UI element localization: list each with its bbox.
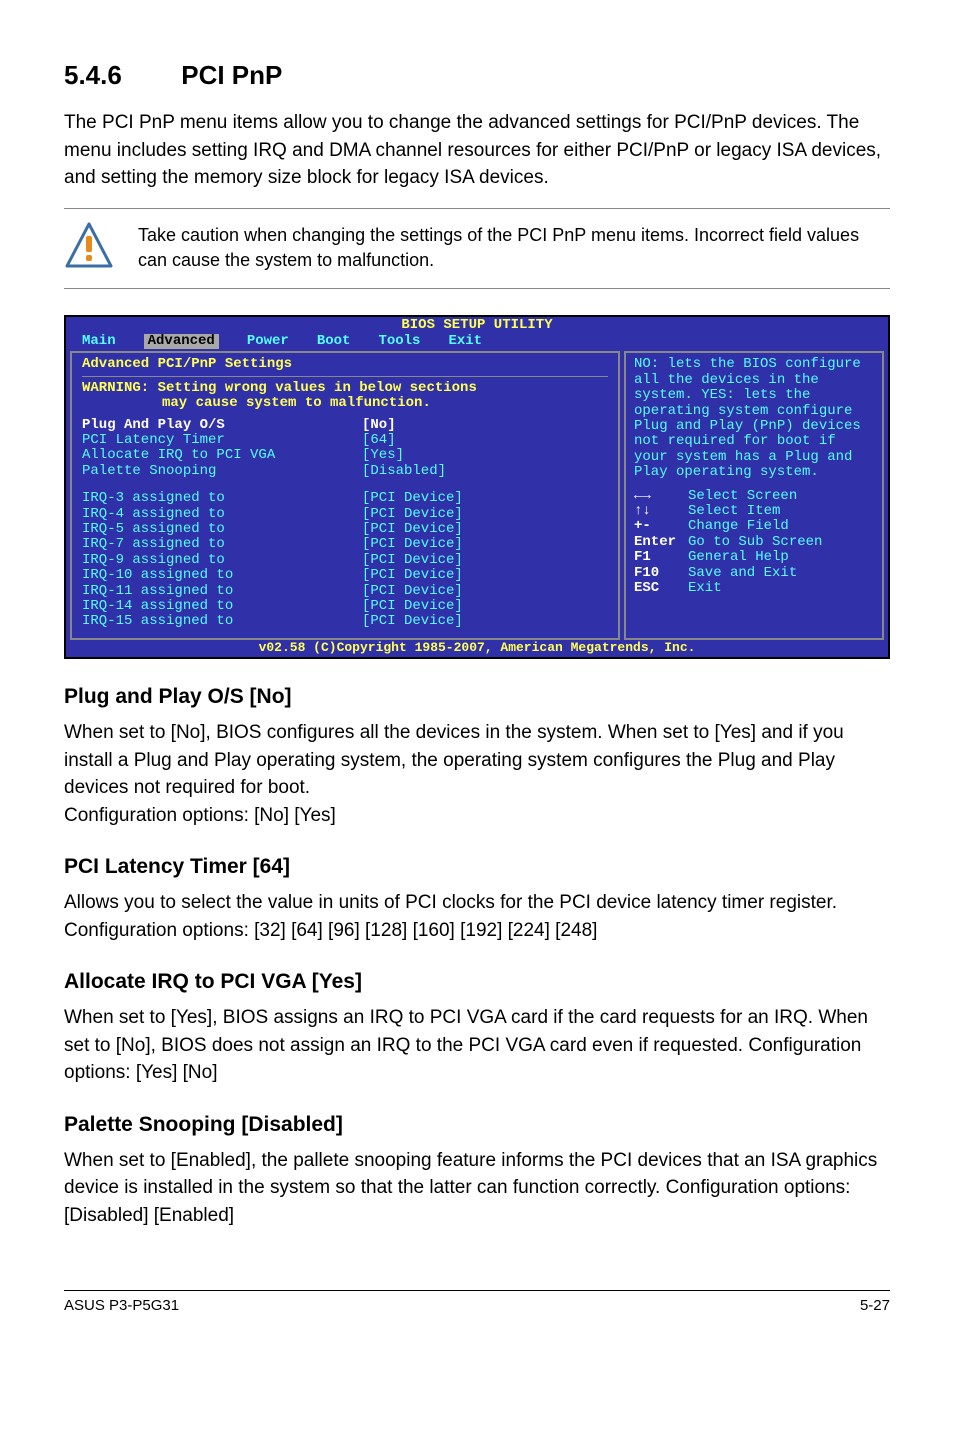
bios-title: BIOS SETUP UTILITY	[66, 317, 888, 334]
subheading-allocate-irq: Allocate IRQ to PCI VGA [Yes]	[64, 970, 890, 994]
bios-copyright: v02.58 (C)Copyright 1985-2007, American …	[66, 640, 888, 655]
intro-paragraph: The PCI PnP menu items allow you to chan…	[64, 109, 890, 192]
footer-page-number: 5-27	[860, 1297, 890, 1314]
nav-label: Exit	[688, 580, 722, 596]
bios-item-value: [PCI Device]	[362, 491, 608, 506]
bios-item-label: IRQ-15 assigned to	[82, 614, 362, 629]
nav-label: Go to Sub Screen	[688, 534, 822, 550]
bios-item-label: IRQ-11 assigned to	[82, 584, 362, 599]
bios-item-label: IRQ-7 assigned to	[82, 537, 362, 552]
bios-warning-line2: may cause system to malfunction.	[82, 396, 608, 411]
bios-item-label: IRQ-10 assigned to	[82, 568, 362, 583]
bios-item-value: [No]	[362, 418, 608, 433]
nav-label: Save and Exit	[688, 565, 797, 581]
bios-item[interactable]: IRQ-7 assigned to [PCI Device]	[82, 537, 608, 552]
bios-item-value: [Yes]	[362, 448, 608, 463]
bios-screenshot: BIOS SETUP UTILITY Main Advanced Power B…	[64, 315, 890, 659]
nav-key: ←→	[634, 489, 688, 504]
section-title: PCI PnP	[181, 60, 282, 90]
bios-item-value: [PCI Device]	[362, 568, 608, 583]
bios-menu-main[interactable]: Main	[82, 334, 116, 349]
bios-item-value: [64]	[362, 433, 608, 448]
body-plug-and-play: When set to [No], BIOS configures all th…	[64, 719, 890, 829]
bios-item-value: [PCI Device]	[362, 537, 608, 552]
bios-item[interactable]: IRQ-15 assigned to [PCI Device]	[82, 614, 608, 629]
subheading-palette-snooping: Palette Snooping [Disabled]	[64, 1113, 890, 1137]
bios-item-value: [PCI Device]	[362, 553, 608, 568]
bios-item-value: [Disabled]	[362, 464, 608, 479]
bios-item-label: Plug And Play O/S	[82, 418, 362, 433]
bios-menu-boot[interactable]: Boot	[317, 334, 351, 349]
bios-panel-title: Advanced PCI/PnP Settings	[82, 357, 608, 372]
bios-item-value: [PCI Device]	[362, 584, 608, 599]
bios-item-value: [PCI Device]	[362, 614, 608, 629]
bios-menu-tools[interactable]: Tools	[378, 334, 420, 349]
bios-item-label: IRQ-9 assigned to	[82, 553, 362, 568]
bios-nav-help: ←→Select Screen ↑↓Select Item +-Change F…	[634, 489, 874, 597]
bios-menu-power[interactable]: Power	[247, 334, 289, 349]
body-palette-snooping: When set to [Enabled], the pallete snoop…	[64, 1147, 890, 1230]
bios-item[interactable]: IRQ-9 assigned to [PCI Device]	[82, 553, 608, 568]
body-pci-latency: Allows you to select the value in units …	[64, 889, 890, 944]
bios-item-value: [PCI Device]	[362, 599, 608, 614]
nav-label: Select Item	[688, 503, 780, 519]
bios-item-label: Palette Snooping	[82, 464, 362, 479]
nav-key: F10	[634, 566, 688, 581]
nav-label: Change Field	[688, 518, 789, 534]
bios-warning-line1: WARNING: Setting wrong values in below s…	[82, 381, 608, 396]
nav-key: ↑↓	[634, 504, 688, 519]
bios-left-panel: Advanced PCI/PnP Settings WARNING: Setti…	[70, 351, 620, 639]
bios-item[interactable]: Allocate IRQ to PCI VGA [Yes]	[82, 448, 608, 463]
section-number: 5.4.6	[64, 60, 174, 91]
nav-key: Enter	[634, 535, 688, 550]
section-heading: 5.4.6 PCI PnP	[64, 60, 890, 91]
caution-text: Take caution when changing the settings …	[138, 223, 890, 273]
nav-key: ESC	[634, 581, 688, 596]
bios-item-label: Allocate IRQ to PCI VGA	[82, 448, 362, 463]
footer-product: ASUS P3-P5G31	[64, 1297, 179, 1314]
nav-label: General Help	[688, 549, 789, 565]
bios-item-label: IRQ-3 assigned to	[82, 491, 362, 506]
bios-help-text: NO: lets the BIOS configure all the devi…	[634, 357, 874, 480]
bios-item-label: PCI Latency Timer	[82, 433, 362, 448]
bios-item[interactable]: PCI Latency Timer [64]	[82, 433, 608, 448]
subheading-pci-latency: PCI Latency Timer [64]	[64, 855, 890, 879]
bios-item-label: IRQ-5 assigned to	[82, 522, 362, 537]
nav-label: Select Screen	[688, 488, 797, 504]
bios-item[interactable]: Palette Snooping [Disabled]	[82, 464, 608, 479]
bios-help-panel: NO: lets the BIOS configure all the devi…	[624, 351, 884, 639]
bios-item[interactable]: IRQ-3 assigned to [PCI Device]	[82, 491, 608, 506]
bios-item[interactable]: IRQ-11 assigned to [PCI Device]	[82, 584, 608, 599]
bios-menu-bar: Main Advanced Power Boot Tools Exit	[66, 334, 888, 351]
bios-item-value: [PCI Device]	[362, 507, 608, 522]
bios-item[interactable]: IRQ-4 assigned to [PCI Device]	[82, 507, 608, 522]
bios-item-label: IRQ-14 assigned to	[82, 599, 362, 614]
nav-key: +-	[634, 519, 688, 534]
bios-item[interactable]: IRQ-5 assigned to [PCI Device]	[82, 522, 608, 537]
body-allocate-irq: When set to [Yes], BIOS assigns an IRQ t…	[64, 1004, 890, 1087]
bios-item-value: [PCI Device]	[362, 522, 608, 537]
nav-key: F1	[634, 550, 688, 565]
bios-item[interactable]: IRQ-14 assigned to [PCI Device]	[82, 599, 608, 614]
page-footer: ASUS P3-P5G31 5-27	[64, 1290, 890, 1314]
bios-menu-advanced[interactable]: Advanced	[144, 334, 219, 349]
bios-menu-exit[interactable]: Exit	[448, 334, 482, 349]
bios-item[interactable]: Plug And Play O/S [No]	[82, 418, 608, 433]
subheading-plug-and-play: Plug and Play O/S [No]	[64, 685, 890, 709]
caution-icon	[64, 221, 114, 276]
bios-item-label: IRQ-4 assigned to	[82, 507, 362, 522]
bios-item[interactable]: IRQ-10 assigned to [PCI Device]	[82, 568, 608, 583]
caution-callout: Take caution when changing the settings …	[64, 208, 890, 289]
